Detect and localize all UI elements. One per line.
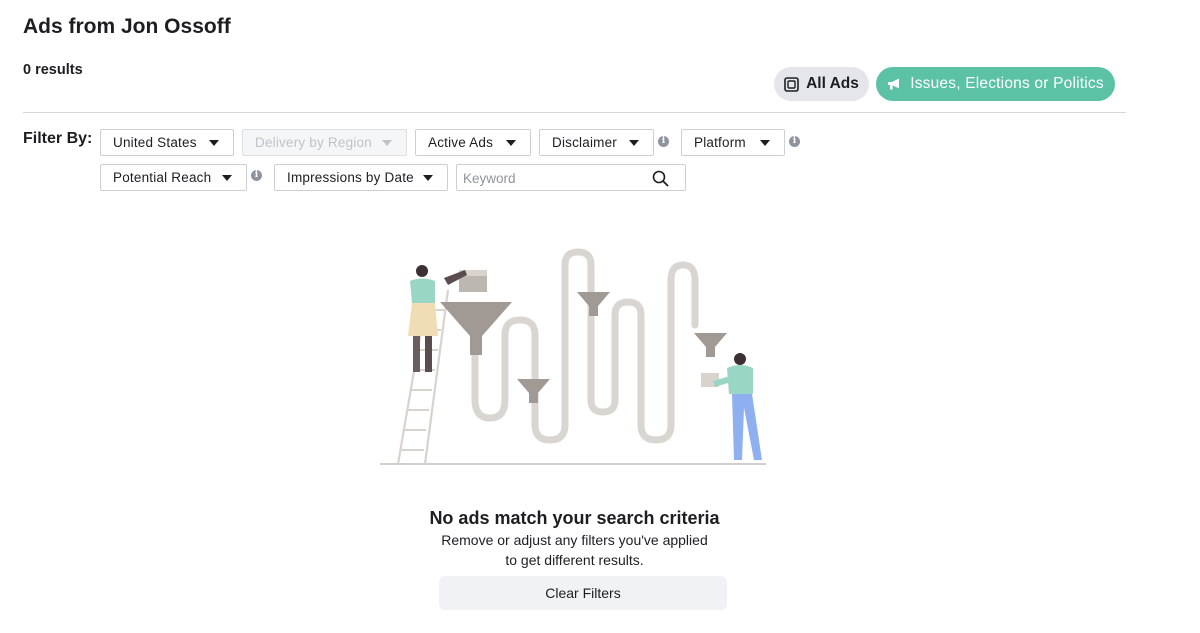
disclaimer-filter[interactable]: Disclaimer bbox=[539, 129, 654, 156]
clear-filters-button[interactable]: Clear Filters bbox=[439, 576, 727, 610]
disclaimer-label: Disclaimer bbox=[552, 135, 618, 150]
results-count: 0 results bbox=[23, 62, 83, 78]
empty-state-description: Remove or adjust any filters you've appl… bbox=[441, 532, 708, 568]
impressions-by-date-filter[interactable]: Impressions by Date bbox=[274, 164, 448, 191]
keyword-input[interactable] bbox=[461, 168, 650, 189]
active-status-filter[interactable]: Active Ads bbox=[415, 129, 531, 156]
page-title: Ads from Jon Ossoff bbox=[23, 15, 231, 38]
ad-box-icon bbox=[784, 76, 799, 92]
filter-by-label: Filter By: bbox=[23, 130, 93, 147]
megaphone-icon bbox=[888, 78, 900, 90]
empty-state-title: No ads match your search criteria bbox=[429, 508, 720, 528]
caret-down-icon bbox=[382, 140, 392, 146]
delivery-by-region-filter: Delivery by Region bbox=[242, 129, 407, 156]
divider bbox=[23, 112, 1126, 113]
country-filter[interactable]: United States bbox=[100, 129, 234, 156]
platform-filter[interactable]: Platform bbox=[681, 129, 785, 156]
person-right-icon bbox=[701, 353, 762, 460]
caret-down-icon bbox=[222, 175, 232, 181]
caret-down-icon bbox=[209, 140, 219, 146]
empty-state-illustration bbox=[380, 248, 766, 465]
issues-label: Issues, Elections or Politics bbox=[910, 75, 1104, 92]
caret-down-icon bbox=[506, 140, 516, 146]
platform-info-icon[interactable]: i bbox=[789, 136, 800, 147]
caret-down-icon bbox=[423, 175, 433, 181]
potential-reach-info-icon[interactable]: i bbox=[251, 170, 262, 181]
pipe-icon bbox=[471, 248, 699, 444]
active-status-label: Active Ads bbox=[428, 135, 494, 150]
issues-elections-politics-toggle[interactable]: Issues, Elections or Politics bbox=[876, 67, 1115, 101]
funnel-icon bbox=[440, 292, 727, 403]
disclaimer-info-icon[interactable]: i bbox=[658, 136, 669, 147]
keyword-search[interactable] bbox=[456, 164, 686, 191]
platform-label: Platform bbox=[694, 135, 746, 150]
caret-down-icon bbox=[760, 140, 770, 146]
country-filter-label: United States bbox=[113, 135, 197, 150]
all-ads-toggle[interactable]: All Ads bbox=[774, 67, 869, 101]
all-ads-label: All Ads bbox=[806, 75, 859, 92]
impressions-by-date-label: Impressions by Date bbox=[287, 170, 414, 185]
search-icon[interactable] bbox=[652, 170, 669, 187]
potential-reach-label: Potential Reach bbox=[113, 170, 212, 185]
caret-down-icon bbox=[629, 140, 639, 146]
potential-reach-filter[interactable]: Potential Reach bbox=[100, 164, 247, 191]
delivery-by-region-label: Delivery by Region bbox=[255, 135, 372, 150]
